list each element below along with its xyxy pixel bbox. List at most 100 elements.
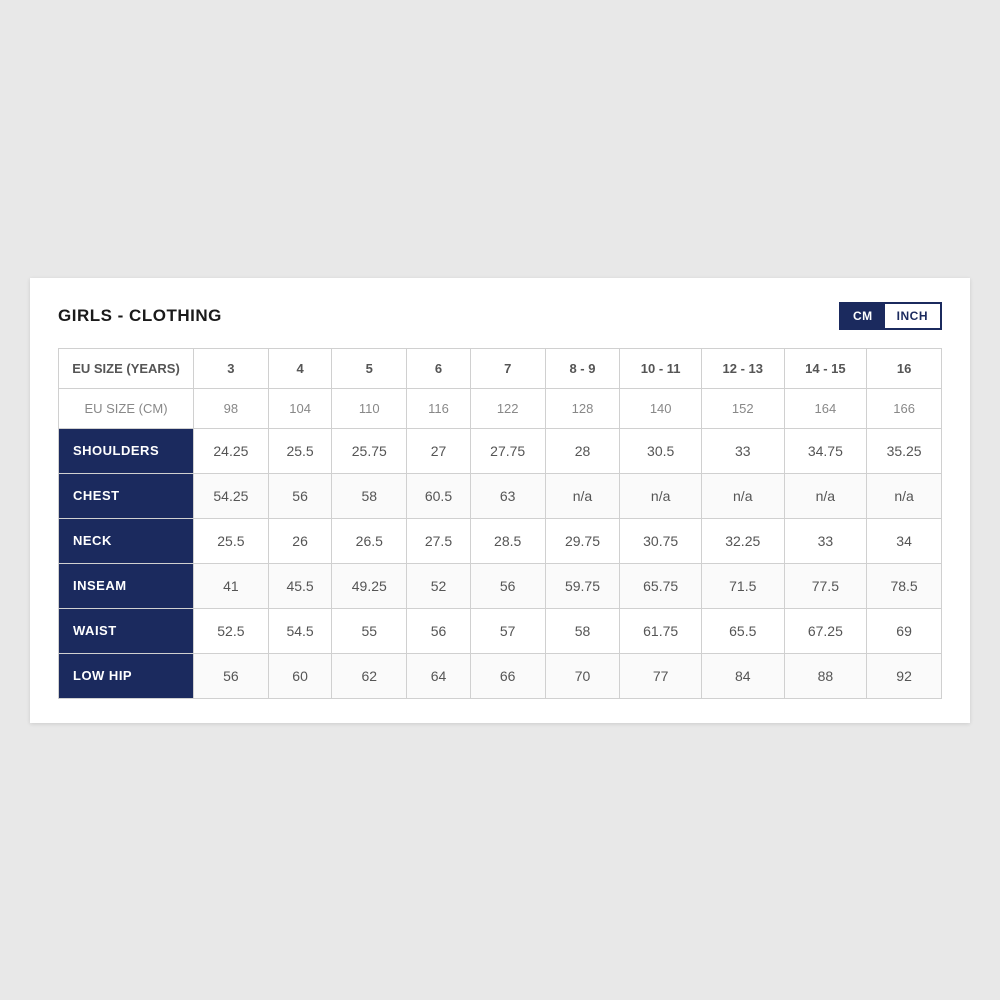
row-label-waist: WAIST	[59, 608, 194, 653]
cell-value: 30.5	[620, 428, 702, 473]
row-label-shoulders: SHOULDERS	[59, 428, 194, 473]
cell-value: 29.75	[545, 518, 620, 563]
table-row: WAIST52.554.55556575861.7565.567.2569	[59, 608, 942, 653]
cell-value: 33	[784, 518, 867, 563]
cm-128: 128	[545, 388, 620, 428]
cell-value: n/a	[701, 473, 784, 518]
cm-152: 152	[701, 388, 784, 428]
cell-value: 92	[867, 653, 942, 698]
cell-value: 64	[407, 653, 471, 698]
table-body: SHOULDERS24.2525.525.752727.752830.53334…	[59, 428, 942, 698]
cell-value: 66	[470, 653, 545, 698]
card-title: GIRLS - CLOTHING	[58, 306, 222, 326]
cell-value: 70	[545, 653, 620, 698]
cm-116: 116	[407, 388, 471, 428]
cell-value: 26	[268, 518, 332, 563]
row-label-inseam: INSEAM	[59, 563, 194, 608]
cell-value: 84	[701, 653, 784, 698]
row-label-low-hip: LOW HIP	[59, 653, 194, 698]
cell-value: 63	[470, 473, 545, 518]
unit-inch-button[interactable]: INCH	[885, 304, 940, 328]
cm-166: 166	[867, 388, 942, 428]
cell-value: 77.5	[784, 563, 867, 608]
col-10-11: 10 - 11	[620, 348, 702, 388]
cell-value: n/a	[784, 473, 867, 518]
cell-value: 45.5	[268, 563, 332, 608]
col-16: 16	[867, 348, 942, 388]
cell-value: 65.5	[701, 608, 784, 653]
cell-value: 58	[545, 608, 620, 653]
cell-value: 35.25	[867, 428, 942, 473]
cell-value: 54.25	[194, 473, 269, 518]
unit-cm-button[interactable]: CM	[841, 304, 885, 328]
table-row: LOW HIP56606264667077848892	[59, 653, 942, 698]
cell-value: 25.5	[268, 428, 332, 473]
cell-value: 49.25	[332, 563, 407, 608]
col-6: 6	[407, 348, 471, 388]
cm-110: 110	[332, 388, 407, 428]
cell-value: 56	[470, 563, 545, 608]
cell-value: 52	[407, 563, 471, 608]
cell-value: 88	[784, 653, 867, 698]
cell-value: 25.5	[194, 518, 269, 563]
col-5: 5	[332, 348, 407, 388]
cell-value: 27.5	[407, 518, 471, 563]
size-chart-card: GIRLS - CLOTHING CM INCH EU SIZE (YEARS)…	[30, 278, 970, 723]
cell-value: 34	[867, 518, 942, 563]
cell-value: 26.5	[332, 518, 407, 563]
cell-value: 54.5	[268, 608, 332, 653]
cell-value: 28	[545, 428, 620, 473]
cell-value: 71.5	[701, 563, 784, 608]
cell-value: n/a	[867, 473, 942, 518]
eu-cm-row: EU SIZE (CM) 98 104 110 116 122 128 140 …	[59, 388, 942, 428]
card-header: GIRLS - CLOTHING CM INCH	[58, 302, 942, 330]
table-row: SHOULDERS24.2525.525.752727.752830.53334…	[59, 428, 942, 473]
cell-value: 27.75	[470, 428, 545, 473]
table-row: CHEST54.25565860.563n/an/an/an/an/a	[59, 473, 942, 518]
col-8-9: 8 - 9	[545, 348, 620, 388]
table-row: INSEAM4145.549.25525659.7565.7571.577.57…	[59, 563, 942, 608]
cell-value: 52.5	[194, 608, 269, 653]
cell-value: 25.75	[332, 428, 407, 473]
cm-98: 98	[194, 388, 269, 428]
col-7: 7	[470, 348, 545, 388]
cell-value: n/a	[620, 473, 702, 518]
eu-years-label: EU SIZE (YEARS)	[59, 348, 194, 388]
cell-value: 60	[268, 653, 332, 698]
col-3: 3	[194, 348, 269, 388]
cell-value: 77	[620, 653, 702, 698]
cell-value: 57	[470, 608, 545, 653]
col-12-13: 12 - 13	[701, 348, 784, 388]
cell-value: 24.25	[194, 428, 269, 473]
cell-value: 67.25	[784, 608, 867, 653]
cell-value: 34.75	[784, 428, 867, 473]
col-4: 4	[268, 348, 332, 388]
cell-value: 28.5	[470, 518, 545, 563]
col-14-15: 14 - 15	[784, 348, 867, 388]
eu-years-row: EU SIZE (YEARS) 3 4 5 6 7 8 - 9 10 - 11 …	[59, 348, 942, 388]
size-table: EU SIZE (YEARS) 3 4 5 6 7 8 - 9 10 - 11 …	[58, 348, 942, 699]
row-label-neck: NECK	[59, 518, 194, 563]
cell-value: 69	[867, 608, 942, 653]
cell-value: 27	[407, 428, 471, 473]
cell-value: 61.75	[620, 608, 702, 653]
cell-value: 33	[701, 428, 784, 473]
cell-value: 65.75	[620, 563, 702, 608]
cell-value: 78.5	[867, 563, 942, 608]
cm-104: 104	[268, 388, 332, 428]
cell-value: 60.5	[407, 473, 471, 518]
cell-value: 55	[332, 608, 407, 653]
cell-value: 30.75	[620, 518, 702, 563]
eu-cm-label: EU SIZE (CM)	[59, 388, 194, 428]
cell-value: 58	[332, 473, 407, 518]
cell-value: 62	[332, 653, 407, 698]
unit-toggle: CM INCH	[839, 302, 942, 330]
cell-value: 59.75	[545, 563, 620, 608]
cell-value: 56	[268, 473, 332, 518]
cell-value: 56	[407, 608, 471, 653]
cell-value: 41	[194, 563, 269, 608]
cm-122: 122	[470, 388, 545, 428]
cell-value: 56	[194, 653, 269, 698]
cm-140: 140	[620, 388, 702, 428]
row-label-chest: CHEST	[59, 473, 194, 518]
